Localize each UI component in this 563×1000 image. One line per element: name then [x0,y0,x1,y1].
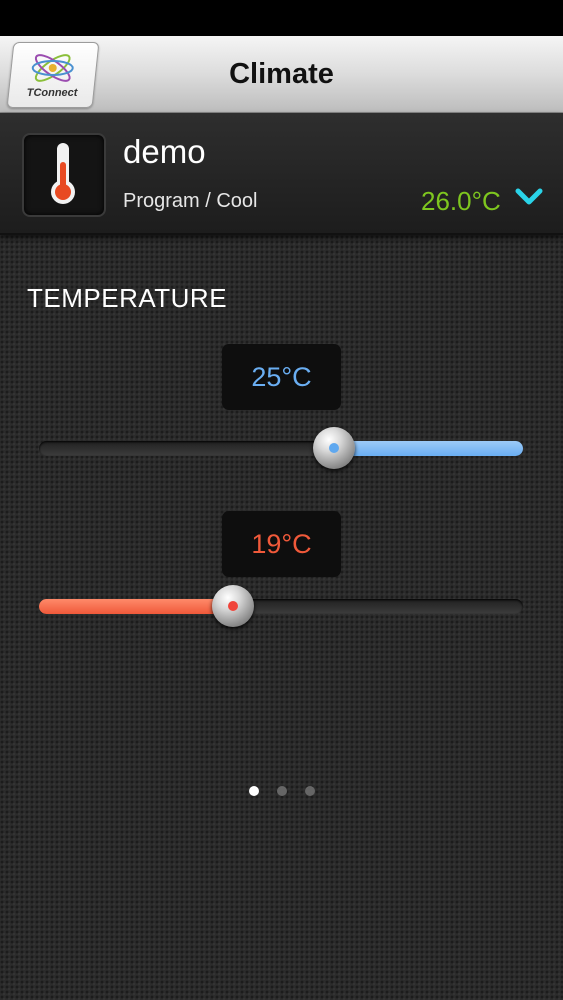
heat-slider-fill [39,599,233,614]
climate-screen: Climate TConnect demo Program / Cool 26.… [0,0,563,1000]
zone-mode: Program / Cool [123,190,258,212]
nav-bar: Climate TConnect [0,36,563,113]
current-temperature: 26.0°C [421,186,501,216]
cool-thumb-indicator [329,443,340,453]
zone-name: demo [123,133,206,170]
status-bar [0,0,563,36]
heat-setpoint-slider[interactable] [39,585,523,627]
page-indicator [0,783,563,796]
cool-slider-fill [334,441,523,456]
heat-setpoint-display: 19°C [222,511,341,577]
home-logo-button[interactable]: TConnect [6,42,100,108]
cool-setpoint-slider[interactable] [39,427,523,469]
zone-header[interactable]: demo Program / Cool 26.0°C [0,113,563,235]
logo-text: TConnect [26,87,78,99]
temperature-section-title: TEMPERATURE [27,283,228,313]
cool-slider-thumb[interactable] [313,427,356,469]
thermometer-icon [51,143,75,204]
page-dot-2[interactable] [276,786,287,796]
heat-slider-thumb[interactable] [211,585,254,627]
page-dot-1[interactable] [248,786,259,796]
atom-logo-icon [31,54,74,82]
thermometer-badge [22,133,106,217]
chevron-down-icon[interactable] [515,187,543,207]
heat-thumb-indicator [227,601,238,611]
page-dot-3[interactable] [304,786,315,796]
cool-setpoint-display: 25°C [222,344,341,410]
